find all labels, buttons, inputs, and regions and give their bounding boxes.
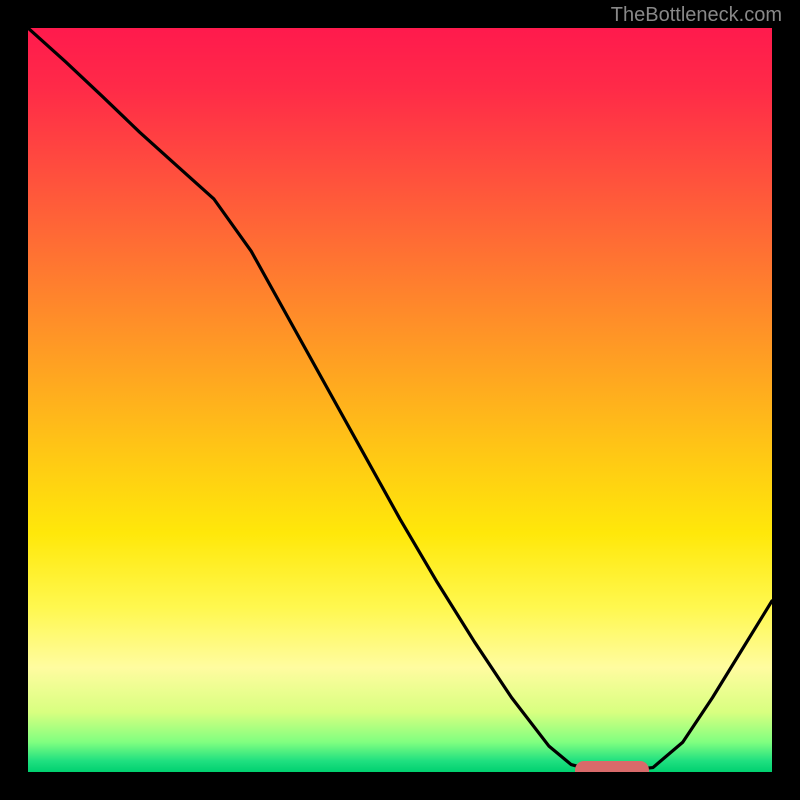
chart-container [0,0,800,800]
plot-area [28,28,772,772]
bottleneck-curve [28,28,772,772]
watermark-text: TheBottleneck.com [611,4,782,27]
optimal-range-marker [575,761,649,773]
